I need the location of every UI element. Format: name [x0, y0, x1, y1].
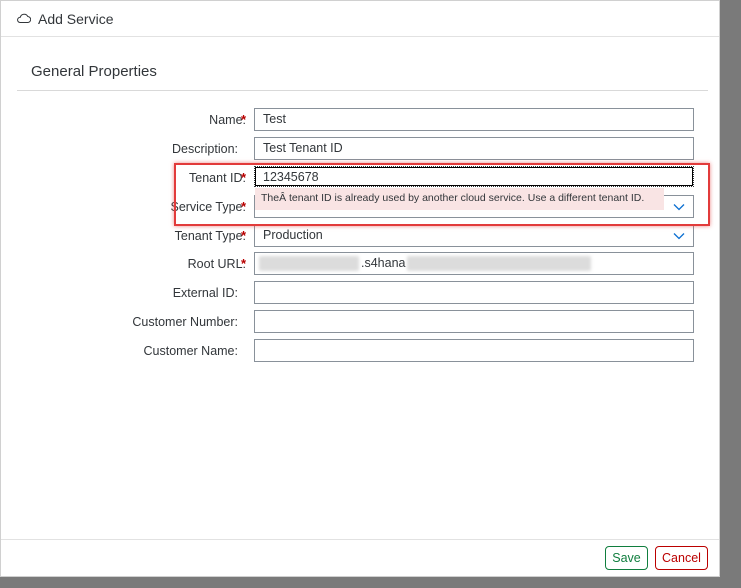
section-title: General Properties — [31, 63, 157, 80]
tenant-type-label: Tenant Type: — [174, 229, 246, 243]
cancel-button[interactable]: Cancel — [655, 546, 708, 570]
redacted-text — [259, 256, 359, 271]
customer-name-label: Customer Name: — [143, 344, 238, 358]
name-input[interactable]: Test — [254, 108, 694, 131]
redacted-text — [407, 256, 591, 271]
dialog-header: Add Service — [1, 1, 719, 37]
dialog-title: Add Service — [38, 11, 114, 27]
tenant-type-value: Production — [263, 228, 323, 242]
form-row-customer-name: Customer Name: — [1, 339, 719, 363]
save-button[interactable]: Save — [605, 546, 648, 570]
required-marker: * — [241, 228, 247, 243]
form-row-tenant-type: Tenant Type: * Production — [1, 224, 719, 248]
description-label: Description: — [172, 142, 238, 156]
tenant-type-select[interactable]: Production — [254, 224, 694, 247]
chevron-down-icon[interactable] — [673, 232, 685, 240]
required-marker: * — [241, 112, 247, 127]
external-id-input[interactable] — [254, 281, 694, 304]
cloud-icon — [17, 13, 31, 23]
dialog-footer: Save Cancel — [1, 539, 719, 576]
form-row-external-id: External ID: — [1, 281, 719, 305]
root-url-input[interactable]: .s4hana — [254, 252, 694, 275]
customer-number-label: Customer Number: — [132, 315, 238, 329]
customer-name-input[interactable] — [254, 339, 694, 362]
root-url-label: Root URL: — [187, 257, 246, 271]
root-url-visible-text: .s4hana — [361, 256, 406, 270]
form-row-description: Description: Test Tenant ID — [1, 137, 719, 161]
form-row-name: Name: * Test — [1, 108, 719, 132]
add-service-dialog: Add Service General Properties Name: * T… — [0, 0, 720, 577]
form-row-root-url: Root URL: * .s4hana — [1, 252, 719, 276]
section-divider — [17, 90, 708, 91]
external-id-label: External ID: — [172, 286, 238, 300]
description-input[interactable]: Test Tenant ID — [254, 137, 694, 160]
form-row-customer-number: Customer Number: — [1, 310, 719, 334]
customer-number-input[interactable] — [254, 310, 694, 333]
required-marker: * — [241, 256, 247, 271]
annotation-highlight-box — [174, 163, 710, 226]
